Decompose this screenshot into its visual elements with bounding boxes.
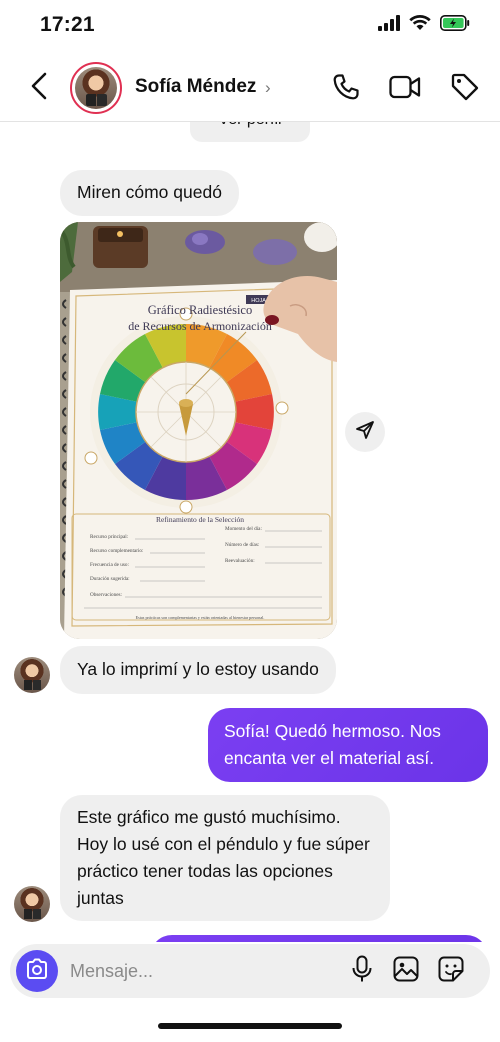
view-profile-button[interactable]: Ver perfil bbox=[190, 122, 310, 142]
svg-text:Reevaluación:: Reevaluación: bbox=[225, 558, 255, 564]
tag-icon bbox=[450, 72, 480, 107]
wifi-icon bbox=[409, 15, 431, 36]
message-bubble-incoming[interactable]: Miren cómo quedó bbox=[60, 170, 239, 216]
contact-name[interactable]: Sofía Méndez bbox=[135, 76, 256, 98]
message-composer bbox=[10, 944, 490, 998]
sheet-title-line1: Gráfico Radiestésico bbox=[148, 303, 252, 317]
message-bubble-incoming[interactable]: Este gráfico me gustó muchísimo. Hoy lo … bbox=[60, 795, 390, 921]
refinement-title: Refinamiento de la Selección bbox=[156, 515, 244, 524]
back-chevron-icon bbox=[31, 72, 47, 105]
header-divider bbox=[0, 121, 500, 122]
home-indicator[interactable] bbox=[158, 1023, 342, 1029]
gallery-button[interactable] bbox=[391, 956, 421, 986]
message-bubble-incoming[interactable]: Ya lo imprimí y lo estoy usando bbox=[60, 646, 336, 694]
voice-message-button[interactable] bbox=[347, 955, 377, 988]
status-bar: 17:21 bbox=[0, 0, 500, 54]
camera-button[interactable] bbox=[16, 950, 58, 992]
message-bubble-outgoing[interactable]: Sofía! Quedó hermoso. Nos encanta ver el… bbox=[208, 708, 488, 782]
message-text: Sofía! Quedó hermoso. Nos encanta ver el… bbox=[224, 721, 441, 768]
sticker-icon bbox=[438, 956, 464, 987]
microphone-icon bbox=[351, 955, 373, 988]
camera-icon bbox=[25, 958, 49, 985]
status-icons bbox=[378, 15, 470, 36]
video-icon bbox=[389, 74, 421, 105]
call-button[interactable] bbox=[329, 72, 363, 106]
svg-text:Duración sugerida:: Duración sugerida: bbox=[90, 576, 130, 582]
battery-icon bbox=[440, 15, 470, 36]
name-chevron-icon[interactable]: › bbox=[265, 78, 271, 98]
message-text: Este gráfico me gustó muchísimo. Hoy lo … bbox=[77, 807, 370, 908]
photo-scene: Gráfico Radiestésico de Recursos de Armo… bbox=[60, 222, 337, 639]
svg-text:Momento del día:: Momento del día: bbox=[225, 526, 262, 532]
gallery-icon bbox=[393, 956, 419, 987]
share-photo-button[interactable] bbox=[345, 412, 385, 452]
message-text: Ya lo imprimí y lo estoy usando bbox=[77, 659, 319, 679]
svg-text:Número de días:: Número de días: bbox=[225, 542, 260, 548]
message-input[interactable] bbox=[70, 959, 270, 983]
chat-header: Sofía Méndez › bbox=[0, 54, 500, 122]
sticker-button[interactable] bbox=[436, 956, 466, 986]
message-bubble-outgoing-partial[interactable] bbox=[150, 935, 488, 942]
signal-icon bbox=[378, 15, 400, 36]
svg-text:Observaciones:: Observaciones: bbox=[90, 592, 123, 598]
message-photo[interactable]: Gráfico Radiestésico de Recursos de Armo… bbox=[60, 222, 337, 639]
share-icon bbox=[355, 420, 375, 445]
status-time: 17:21 bbox=[40, 13, 95, 36]
contact-avatar[interactable] bbox=[70, 62, 122, 114]
svg-text:Estas prácticas son complement: Estas prácticas son complementarias y es… bbox=[136, 615, 265, 620]
video-call-button[interactable] bbox=[388, 72, 422, 106]
sheet-title-line2: de Recursos de Armonización bbox=[128, 319, 272, 333]
message-thread[interactable]: Ver perfil Miren cómo quedó bbox=[0, 122, 500, 942]
svg-text:Recurso principal:: Recurso principal: bbox=[90, 534, 129, 540]
svg-text:Frecuencia de uso:: Frecuencia de uso: bbox=[90, 562, 129, 568]
svg-text:Recurso complementario:: Recurso complementario: bbox=[90, 548, 144, 554]
sender-avatar[interactable] bbox=[14, 657, 50, 693]
message-text: Miren cómo quedó bbox=[77, 182, 222, 202]
sender-avatar[interactable] bbox=[14, 886, 50, 922]
label-button[interactable] bbox=[448, 72, 482, 106]
phone-icon bbox=[332, 73, 360, 106]
avatar-photo bbox=[75, 67, 117, 109]
back-button[interactable] bbox=[24, 71, 54, 105]
